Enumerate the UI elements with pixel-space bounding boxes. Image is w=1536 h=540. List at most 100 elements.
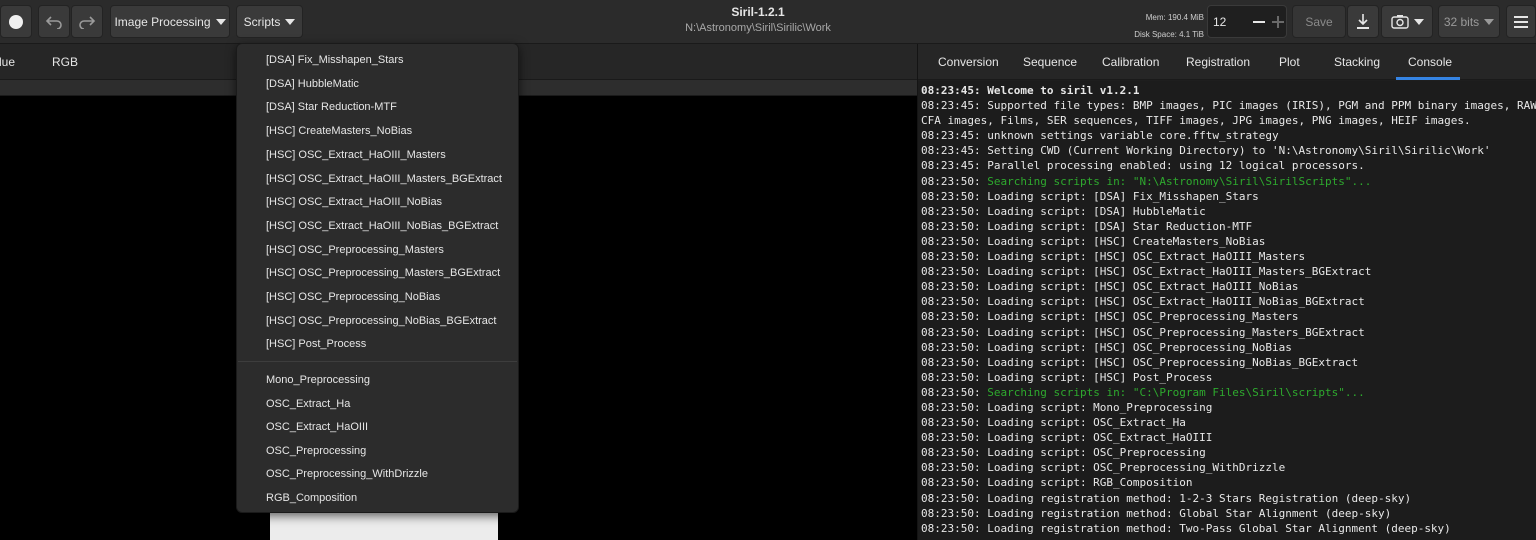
console-line: 08:23:45: Parallel processing enabled: u… (921, 159, 1365, 173)
tab-console[interactable]: Console (1408, 55, 1452, 69)
console-line: 08:23:45: unknown settings variable core… (921, 129, 1279, 143)
image-processing-menu-button[interactable]: Image Processing (110, 5, 230, 38)
menu-item-script[interactable]: [HSC] OSC_Preprocessing_NoBias (266, 291, 440, 303)
app-title: Siril-1.2.1 (731, 5, 785, 19)
console-line: 08:23:50: Loading script: [HSC] OSC_Extr… (921, 295, 1365, 309)
threads-spinbutton[interactable]: 12 (1207, 5, 1287, 38)
tab-stacking[interactable]: Stacking (1334, 55, 1380, 69)
console-line: 08:23:50: Loading script: OSC_Extract_Ha… (921, 431, 1213, 445)
console-line: 08:23:50: Loading script: [DSA] Star Red… (921, 219, 1253, 233)
decrement-button[interactable] (1249, 6, 1269, 37)
console-line: 08:23:50: Loading script: OSC_Extract_Ha (921, 416, 1186, 430)
right-panel-tabs: Conversion Sequence Calibration Registra… (918, 44, 1536, 80)
record-icon (8, 14, 24, 30)
tab-plot[interactable]: Plot (1279, 55, 1300, 69)
chevron-down-icon (1484, 18, 1495, 25)
console-timestamp: 08:23:50: (921, 174, 988, 188)
menu-item-script[interactable]: OSC_Extract_Ha (266, 398, 350, 410)
console-line: 08:23:50: Loading script: [HSC] OSC_Extr… (921, 250, 1306, 264)
download-icon (1355, 13, 1371, 31)
console-line: 08:23:50: Loading registration method: 1… (921, 491, 1412, 505)
menu-item-script[interactable]: [HSC] OSC_Preprocessing_Masters (266, 244, 444, 256)
tab-sequence[interactable]: Sequence (1023, 55, 1077, 69)
console-line: 08:23:50: Loading script: [DSA] HubbleMa… (921, 204, 1206, 218)
tab-conversion[interactable]: Conversion (938, 55, 999, 69)
scripts-dropdown-menu: [DSA] Fix_Misshapen_Stars [DSA] HubbleMat… (236, 43, 519, 513)
menu-item-script[interactable]: OSC_Extract_HaOIII (266, 421, 368, 433)
console-highlight-text: Searching scripts in: "N:\Astronomy\Siri… (987, 174, 1372, 188)
console-line: 08:23:50: Loading registration method: T… (921, 521, 1451, 535)
menu-item-script[interactable]: [HSC] OSC_Extract_HaOIII_Masters_BGExtra… (266, 173, 502, 185)
bit-depth-label: 32 bits (1443, 14, 1480, 29)
record-button[interactable] (0, 5, 32, 38)
console-line: 08:23:50: Searching scripts in: "C:\Prog… (921, 385, 1536, 400)
console-line: 08:23:50: Loading script: [HSC] CreateMa… (921, 234, 1266, 248)
console-line: 08:23:45: Welcome to siril v1.2.1 (921, 84, 1140, 97)
tab-registration[interactable]: Registration (1186, 55, 1250, 69)
console-line: 08:23:50: Loading script: [HSC] OSC_Prep… (921, 355, 1359, 369)
scripts-label: Scripts (243, 14, 281, 29)
resource-stats: Mem: 190.4 MiB Disk Space: 4.1 TiB (1100, 9, 1204, 43)
working-directory: N:\Astronomy\Siril\Sirilic\Work (685, 22, 831, 34)
menu-item-script[interactable]: OSC_Preprocessing_WithDrizzle (266, 468, 428, 480)
chevron-down-icon (215, 18, 226, 25)
scripts-menu-button[interactable]: Scripts (236, 5, 303, 38)
console-timestamp: 08:23:50: (921, 385, 988, 399)
console-line: 08:23:50: Loading script: [HSC] OSC_Prep… (921, 325, 1365, 339)
console-line: 08:23:45: Supported file types: BMP imag… (921, 99, 1536, 113)
console-highlight-text: Searching scripts in: "C:\Program Files\… (987, 385, 1365, 399)
menu-item-script[interactable]: [HSC] OSC_Preprocessing_NoBias_BGExtract (266, 315, 496, 327)
console-line: 08:23:50: Loading script: RGB_Compositio… (921, 476, 1193, 490)
image-processing-label: Image Processing (114, 14, 211, 29)
redo-button[interactable] (71, 5, 103, 38)
console-line: 08:23:50: Loading script: [HSC] Post_Pro… (921, 370, 1213, 384)
menu-item-script[interactable]: RGB_Composition (266, 492, 357, 504)
console-line: 08:23:50: Loading registration method: G… (921, 506, 1392, 520)
increment-button[interactable] (1269, 6, 1287, 37)
menu-item-script[interactable]: [DSA] HubbleMatic (266, 78, 359, 90)
tab-blue[interactable]: lue (0, 55, 15, 69)
console-line: 08:23:50: Loading script: [HSC] OSC_Prep… (921, 340, 1292, 354)
menu-item-script[interactable]: [HSC] OSC_Extract_HaOIII_NoBias_BGExtrac… (266, 220, 498, 232)
console-log[interactable]: 08:23:45: Welcome to siril v1.2.1 08:23:4… (918, 81, 1536, 540)
tab-rgb[interactable]: RGB (52, 55, 78, 69)
console-line: 08:23:50: Loading script: OSC_Preprocess… (921, 461, 1286, 475)
bit-depth-selector[interactable]: 32 bits (1438, 5, 1500, 38)
undo-icon (45, 15, 63, 29)
undo-button[interactable] (38, 5, 70, 38)
redo-icon (78, 15, 96, 29)
main-menu-button[interactable] (1506, 5, 1536, 38)
snapshot-button[interactable] (1381, 5, 1433, 38)
menu-item-script[interactable]: [HSC] Post_Process (266, 338, 366, 350)
console-line: 08:23:50: Searching scripts in: "N:\Astr… (921, 174, 1536, 189)
menu-separator (238, 361, 517, 362)
console-line: 08:23:50: Loading script: [HSC] OSC_Prep… (921, 310, 1299, 324)
menu-item-script[interactable]: [DSA] Fix_Misshapen_Stars (266, 54, 404, 66)
tab-calibration[interactable]: Calibration (1102, 55, 1159, 69)
console-line: 08:23:45: Setting CWD (Current Working D… (921, 144, 1491, 158)
console-line: 08:23:50: Loading script: Mono_Preproces… (921, 400, 1213, 414)
menu-item-script[interactable]: OSC_Preprocessing (266, 445, 366, 457)
camera-icon (1390, 14, 1409, 29)
console-line: 08:23:50: Loading script: OSC_Preprocess… (921, 446, 1206, 460)
memory-usage: Mem: 190.4 MiB (1145, 13, 1204, 22)
active-tab-indicator (1396, 77, 1460, 80)
hamburger-menu-icon (1514, 15, 1528, 28)
menu-item-script[interactable]: [HSC] CreateMasters_NoBias (266, 125, 412, 137)
save-label: Save (1305, 14, 1333, 29)
menu-item-script[interactable]: [DSA] Star Reduction-MTF (266, 101, 397, 113)
save-button[interactable]: Save (1292, 5, 1346, 38)
export-button[interactable] (1347, 5, 1379, 38)
chevron-down-icon (285, 18, 296, 25)
console-line: CFA images, Films, SER sequences, TIFF i… (921, 114, 1471, 128)
console-line: 08:23:50: Loading script: [HSC] OSC_Extr… (921, 265, 1372, 279)
threads-value[interactable]: 12 (1213, 15, 1226, 29)
menu-item-script[interactable]: [HSC] OSC_Extract_HaOIII_NoBias (266, 196, 442, 208)
chevron-down-icon (1413, 18, 1424, 25)
menu-item-script[interactable]: [HSC] OSC_Preprocessing_Masters_BGExtrac… (266, 267, 500, 279)
header-bar: Image Processing Scripts Siril-1.2.1 N:\… (0, 0, 1536, 44)
disk-space: Disk Space: 4.1 TiB (1134, 30, 1204, 39)
menu-item-script[interactable]: Mono_Preprocessing (266, 374, 370, 386)
menu-item-script[interactable]: [HSC] OSC_Extract_HaOIII_Masters (266, 149, 446, 161)
window-title: Siril-1.2.1 N:\Astronomy\Siril\Sirilic\W… (628, 5, 888, 34)
